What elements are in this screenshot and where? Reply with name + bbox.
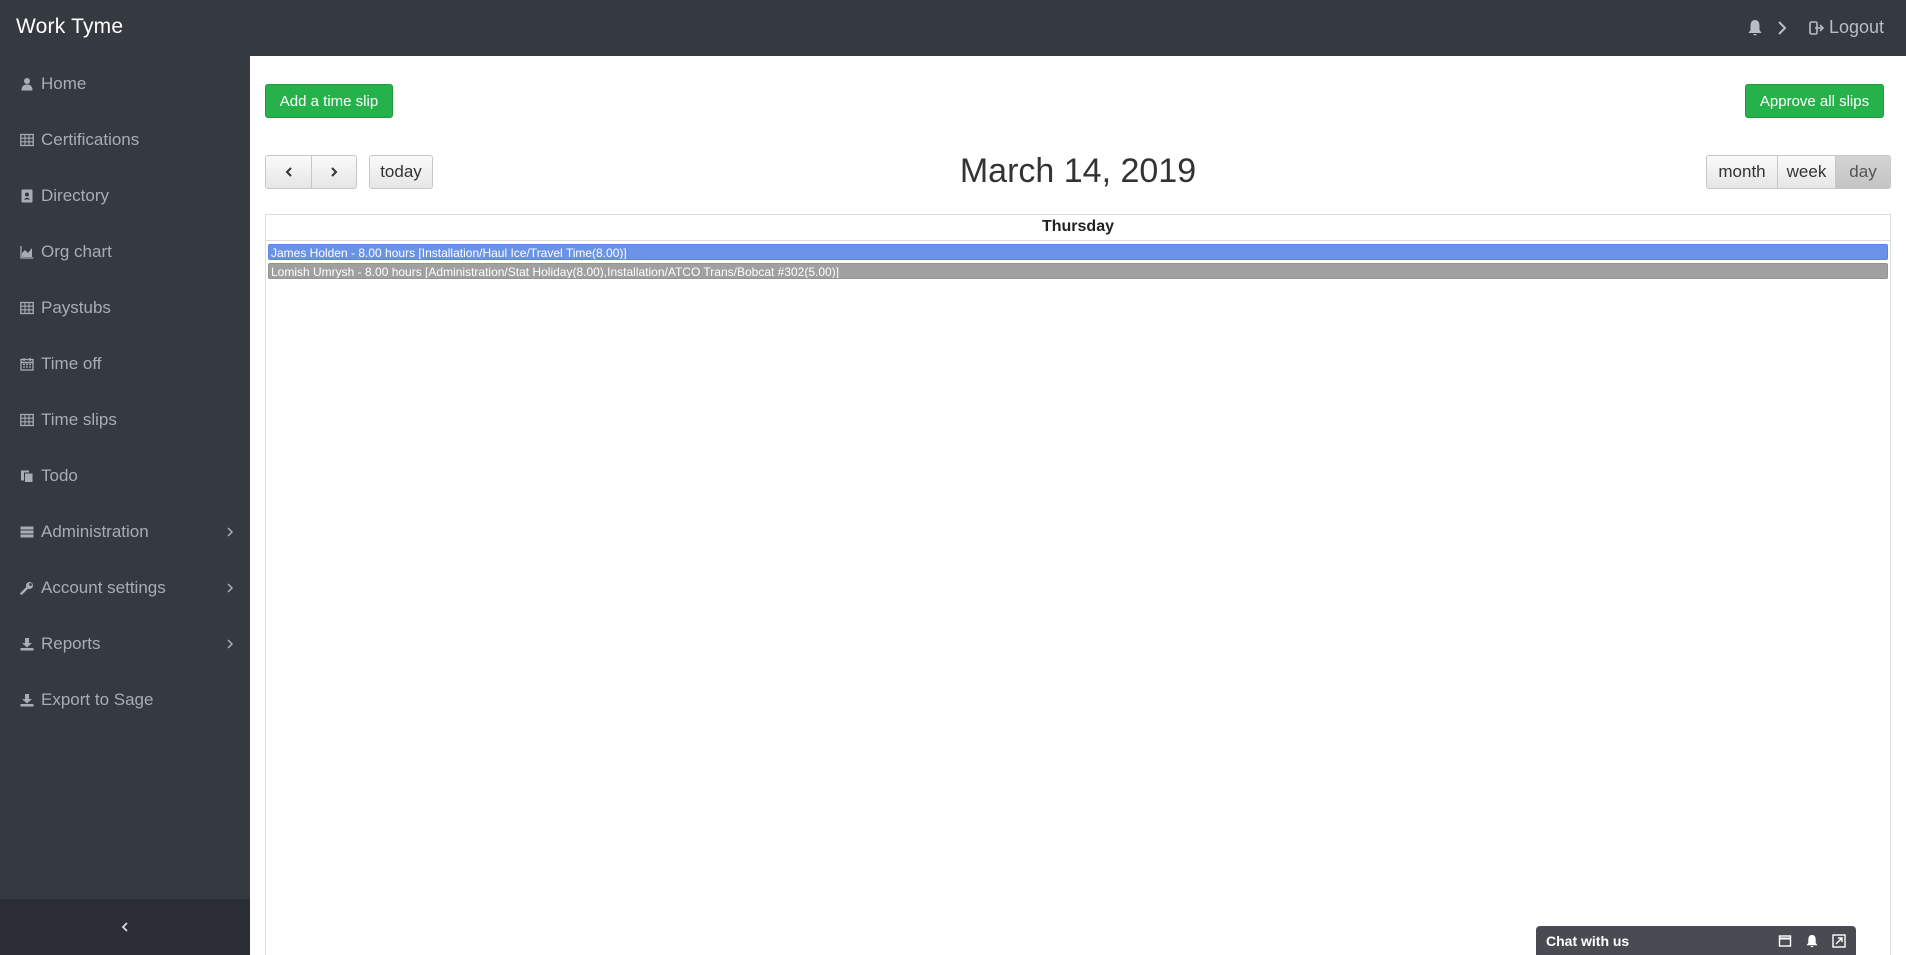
sidebar-item-time-slips[interactable]: Time slips [0,392,250,448]
popout-icon[interactable] [1832,933,1846,948]
sidebar-item-label: Directory [41,186,110,205]
sidebar-item-label: Account settings [41,578,166,597]
chevron-left-icon [121,922,128,932]
chevron-right-icon [227,583,234,593]
calendar-icon [19,356,35,372]
sidebar: Home Certifications Directory Org chart … [0,56,250,955]
server-icon [19,524,35,540]
top-right-controls: Logout [1747,17,1884,38]
sidebar-item-paystubs[interactable]: Paystubs [0,280,250,336]
chevron-right-icon [227,527,234,537]
view-week-button[interactable]: week [1777,155,1836,189]
sign-out-icon [1809,20,1825,35]
top-bar: Work Tyme Logout [0,0,1906,56]
add-time-slip-button[interactable]: Add a time slip [265,84,393,118]
sidebar-item-export-to-sage[interactable]: Export to Sage [0,672,250,728]
table-icon [19,132,35,148]
sidebar-item-org-chart[interactable]: Org chart [0,224,250,280]
sidebar-item-label: Paystubs [41,298,111,317]
chevron-right-icon[interactable] [1777,20,1787,35]
sidebar-item-label: Reports [41,634,101,653]
sidebar-item-todo[interactable]: Todo [0,448,250,504]
table-icon [19,412,35,428]
calendar-event[interactable]: James Holden - 8.00 hours [Installation/… [268,244,1888,260]
sidebar-item-reports[interactable]: Reports [0,616,250,672]
main-content: Add a time slip Approve all slips today … [250,56,1906,955]
sidebar-item-directory[interactable]: Directory [0,168,250,224]
sidebar-item-label: Home [41,74,87,93]
logout-link[interactable]: Logout [1809,17,1884,38]
sidebar-item-label: Time off [41,354,102,373]
chat-widget[interactable]: Chat with us [1536,926,1856,955]
address-book-icon [19,188,35,204]
approve-all-slips-button[interactable]: Approve all slips [1745,84,1884,118]
clipboard-icon [19,468,35,484]
sidebar-item-label: Export to Sage [41,690,154,709]
download-icon [19,692,35,708]
download-icon [19,636,35,652]
sidebar-item-label: Administration [41,522,149,541]
sidebar-collapse-button[interactable] [0,899,250,955]
sidebar-item-label: Certifications [41,130,140,149]
chevron-right-icon [227,639,234,649]
sidebar-item-account-settings[interactable]: Account settings [0,560,250,616]
calendar-event[interactable]: Lomish Umrysh - 8.00 hours [Administrati… [268,263,1888,279]
sidebar-item-administration[interactable]: Administration [0,504,250,560]
sidebar-item-label: Org chart [41,242,112,261]
chat-controls [1765,933,1856,948]
view-month-button[interactable]: month [1706,155,1778,189]
table-icon [19,300,35,316]
user-icon [19,76,35,92]
bell-icon[interactable] [1747,19,1763,37]
sidebar-item-home[interactable]: Home [0,56,250,112]
area-chart-icon [19,244,35,260]
view-day-button[interactable]: day [1835,155,1891,189]
logout-label: Logout [1828,17,1884,37]
bell-icon[interactable] [1805,934,1819,948]
app-title[interactable]: Work Tyme [16,15,123,39]
calendar-title: March 14, 2019 [959,152,1197,190]
chat-label: Chat with us [1546,932,1630,949]
window-icon[interactable] [1778,934,1792,948]
sidebar-item-time-off[interactable]: Time off [0,336,250,392]
sidebar-item-label: Time slips [41,410,117,429]
calendar-grid: Thursday James Holden - 8.00 hours [Inst… [265,214,1891,955]
day-header: Thursday [266,215,1890,241]
sidebar-item-label: Todo [41,466,78,485]
wrench-icon [19,580,35,596]
sidebar-item-certifications[interactable]: Certifications [0,112,250,168]
